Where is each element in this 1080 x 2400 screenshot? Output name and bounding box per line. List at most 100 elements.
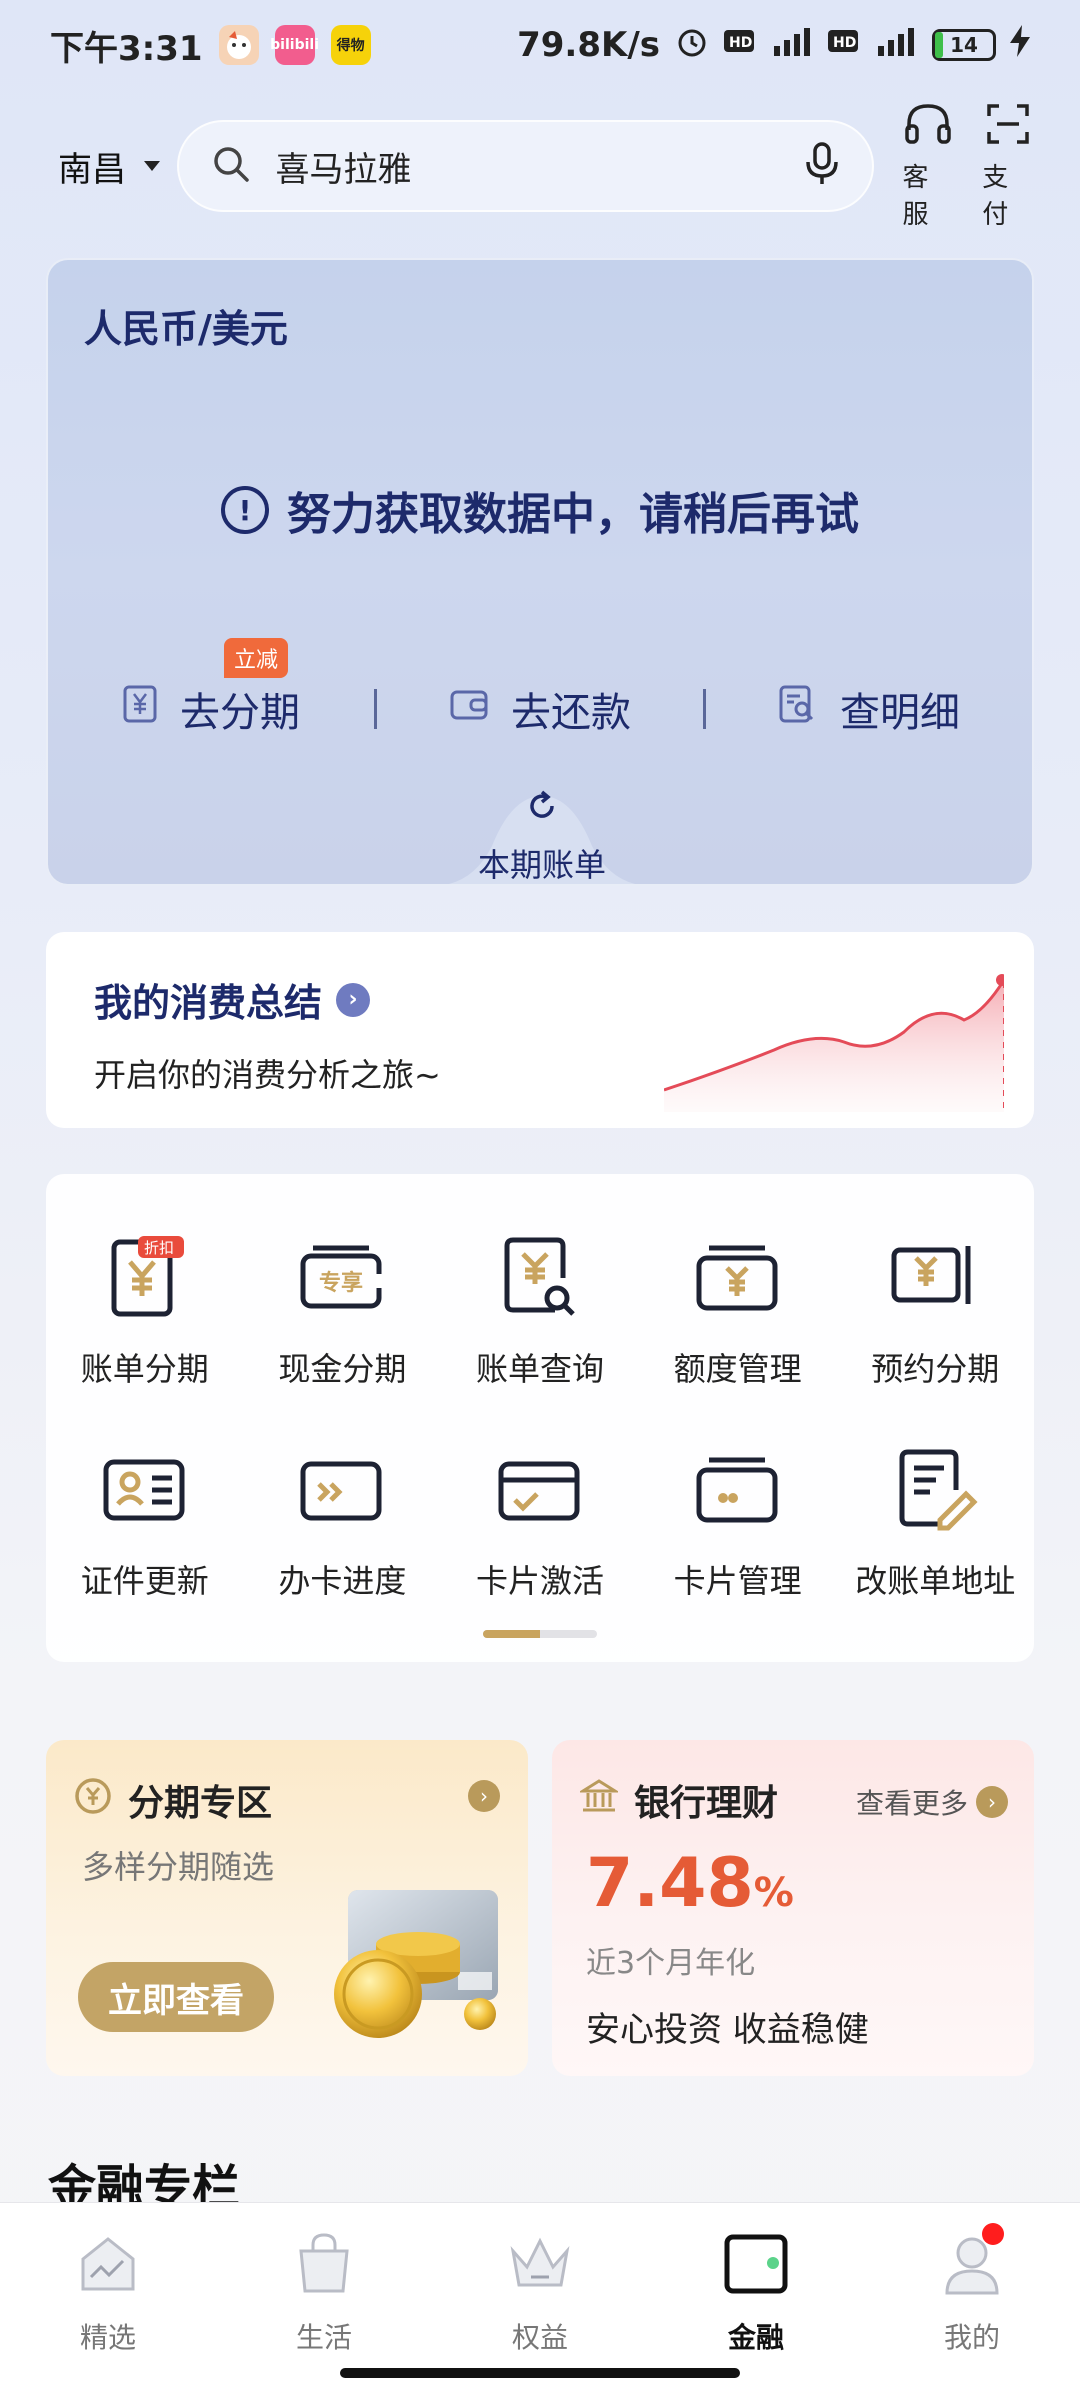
service-label: 额度管理 <box>673 1350 802 1388</box>
city-selector[interactable]: 南昌 <box>58 142 177 191</box>
caret-down-icon <box>144 161 160 171</box>
installment-label: 去分期 <box>180 690 300 736</box>
nav-life[interactable]: 生活 <box>216 2229 432 2354</box>
discount-label: 折扣 <box>144 1239 174 1257</box>
nav-finance[interactable]: 金融 <box>648 2229 864 2354</box>
service-label: 客服 <box>902 162 929 230</box>
spending-trend-graphic <box>664 974 1004 1112</box>
nav-label: 我的 <box>943 2321 1000 2354</box>
rate-unit: % <box>753 1870 794 1916</box>
chevron-right-icon[interactable]: › <box>468 1780 500 1812</box>
spending-summary-card[interactable]: 我的消费总结 › 开启你的消费分析之旅~ <box>46 932 1034 1128</box>
repay-label: 去还款 <box>511 690 631 736</box>
svg-text:HD: HD <box>729 35 752 51</box>
service-bill-query[interactable]: 账单查询 <box>441 1234 639 1390</box>
charging-icon <box>1010 24 1030 66</box>
nav-rights[interactable]: 权益 <box>432 2229 648 2354</box>
status-bar: 下午3:31 bilibili 得物 79.8K/s HD HD 14 <box>0 0 1080 90</box>
service-label: 卡片激活 <box>475 1562 604 1600</box>
services-grid-card: 折扣 账单分期 专享 现金分期 账单查询 额度管理 预约分期 证件更新 办卡进度… <box>46 1174 1034 1662</box>
wallet-icon <box>721 2229 791 2306</box>
current-bill-tab[interactable]: 本期账单 <box>432 786 652 884</box>
summary-title: 我的消费总结 › <box>94 972 371 1027</box>
dewu-app-icon: 得物 <box>330 25 371 65</box>
currency-title[interactable]: 人民币/美元 <box>84 298 288 353</box>
scan-pay-icon <box>985 102 1031 153</box>
nav-label: 精选 <box>79 2321 136 2354</box>
service-bill-installment[interactable]: 折扣 账单分期 <box>46 1234 244 1390</box>
search-bar[interactable]: 喜马拉雅 <box>177 120 875 212</box>
bill-actions: 去分期 立减 去还款 查明细 <box>48 638 1032 738</box>
home-indicator <box>340 2368 740 2378</box>
installment-button[interactable]: 去分期 立减 <box>48 638 374 738</box>
bank-building-icon <box>577 1777 621 1824</box>
bank-wealth-card[interactable]: 银行理财 查看更多 › 7.48% 近3个月年化 安心投资 收益稳健 <box>552 1740 1034 2076</box>
current-bill-label: 本期账单 <box>477 846 606 884</box>
service-credit-limit[interactable]: 额度管理 <box>639 1234 837 1390</box>
status-time: 下午3:31 <box>50 28 203 69</box>
hd-signal-icon: HD <box>724 24 814 67</box>
service-bill-address[interactable]: 改账单地址 <box>836 1446 1034 1602</box>
bill-query-icon <box>495 1234 585 1324</box>
yuan-doc-icon <box>122 684 158 734</box>
service-label: 办卡进度 <box>278 1562 407 1600</box>
service-card-manage[interactable]: 卡片管理 <box>639 1446 837 1602</box>
service-scheduled-installment[interactable]: 预约分期 <box>836 1234 1034 1390</box>
nav-label: 金融 <box>727 2321 784 2354</box>
repay-button[interactable]: 去还款 <box>377 680 703 738</box>
notification-dot <box>982 2223 1004 2245</box>
bill-address-icon <box>890 1446 980 1536</box>
service-card-activate[interactable]: 卡片激活 <box>441 1446 639 1602</box>
bank-wealth-label: 银行理财 <box>634 1783 779 1824</box>
nav-profile[interactable]: 我的 <box>864 2223 1080 2354</box>
search-input[interactable]: 喜马拉雅 <box>275 142 780 191</box>
bill-card: 人民币/美元 ! 努力获取数据中，请稍后再试 去分期 立减 去还款 查明细 本期… <box>46 258 1034 886</box>
bill-installment-icon: 折扣 <box>100 1234 190 1324</box>
summary-subtitle: 开启你的消费分析之旅~ <box>94 1056 441 1094</box>
annual-rate: 7.48% <box>586 1844 794 1923</box>
installment-zone-label: 分期专区 <box>128 1783 273 1824</box>
loading-message: ! 努力获取数据中，请稍后再试 <box>48 478 1032 542</box>
battery-icon: 14 <box>932 29 996 61</box>
alarm-icon <box>674 23 710 68</box>
network-speed: 79.8K/s <box>517 25 660 65</box>
details-label: 查明细 <box>840 690 960 736</box>
microphone-icon[interactable] <box>804 142 840 190</box>
card-activate-icon <box>495 1446 585 1536</box>
service-label: 账单查询 <box>475 1350 604 1388</box>
bilibili-app-icon: bilibili <box>270 25 319 65</box>
service-id-update[interactable]: 证件更新 <box>46 1446 244 1602</box>
installment-zone-card[interactable]: 分期专区 › 多样分期随选 立即查看 <box>46 1740 528 2076</box>
credit-card-coins-image <box>334 1890 498 2038</box>
yuan-coin-icon <box>74 1777 112 1824</box>
bank-wealth-title: 银行理财 <box>577 1774 779 1826</box>
search-icon <box>211 144 251 188</box>
bottom-navigation: 精选 生活 权益 金融 我的 <box>0 2202 1080 2400</box>
service-card-progress[interactable]: 办卡进度 <box>244 1446 442 1602</box>
service-label: 卡片管理 <box>673 1562 802 1600</box>
service-cash-installment[interactable]: 专享 现金分期 <box>244 1234 442 1390</box>
pay-label: 支付 <box>982 162 1009 230</box>
installment-zone-title: 分期专区 <box>74 1774 272 1826</box>
service-label: 改账单地址 <box>855 1562 1016 1600</box>
app-notification-icon <box>218 25 259 65</box>
rate-description: 近3个月年化 <box>586 1946 756 1981</box>
nav-featured[interactable]: 精选 <box>0 2229 216 2354</box>
city-name: 南昌 <box>58 149 126 190</box>
id-update-icon <box>100 1446 190 1536</box>
info-icon: ! <box>221 486 269 534</box>
grid-page-indicator <box>483 1630 597 1638</box>
header: 南昌 喜马拉雅 客服 支付 <box>0 103 1080 230</box>
loading-message-text: 努力获取数据中，请稍后再试 <box>287 489 859 540</box>
cash-installment-icon: 专享 <box>297 1234 387 1324</box>
refresh-icon <box>524 788 560 832</box>
headset-icon <box>903 102 953 153</box>
details-button[interactable]: 查明细 <box>706 680 1032 738</box>
view-now-button[interactable]: 立即查看 <box>78 1962 274 2032</box>
customer-service-button[interactable]: 客服 <box>902 102 954 231</box>
life-bag-icon <box>289 2229 359 2306</box>
credit-limit-icon <box>693 1234 783 1324</box>
service-label: 账单分期 <box>80 1350 209 1388</box>
pay-button[interactable]: 支付 <box>982 102 1034 231</box>
see-more-link[interactable]: 查看更多 › <box>856 1782 1008 1822</box>
